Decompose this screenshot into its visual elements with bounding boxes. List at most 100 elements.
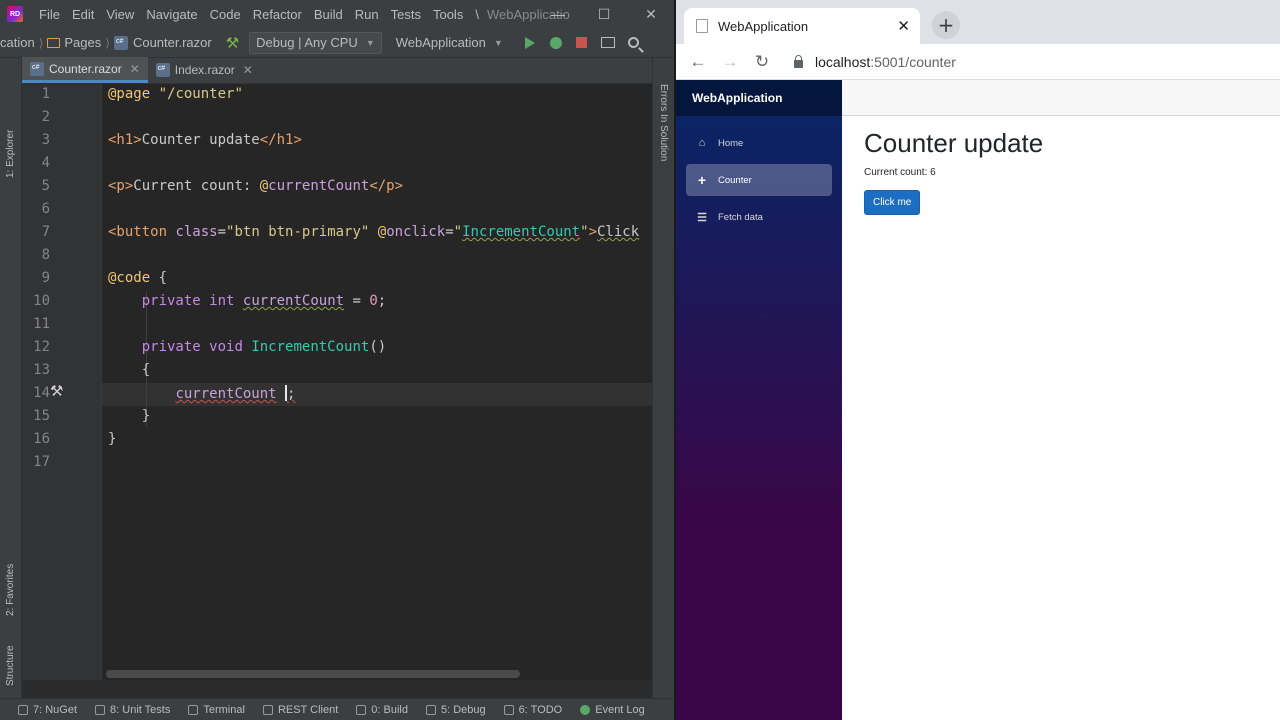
line-number: 15 (33, 408, 50, 424)
menu-code[interactable]: Code (204, 0, 247, 28)
close-tab-icon[interactable]: ✕ (243, 63, 253, 77)
line-number: 12 (33, 339, 50, 355)
breadcrumb-project[interactable]: cation (0, 35, 35, 50)
layout-icon (600, 37, 615, 48)
code-line: <h1>Counter update</h1> (108, 132, 302, 148)
nav-label: Fetch data (718, 211, 763, 223)
bug-icon (549, 36, 562, 49)
tab-index-razor[interactable]: Index.razor ✕ (148, 57, 261, 83)
list-icon: ☰ (697, 211, 707, 224)
browser-tab[interactable]: WebApplication ✕ (684, 8, 920, 44)
build-tab[interactable]: 0: Build (356, 704, 408, 716)
breadcrumb-file[interactable]: Counter.razor (133, 35, 212, 50)
tab-counter-razor[interactable]: Counter.razor ✕ (22, 57, 148, 83)
line-number: 1 (41, 86, 50, 102)
explorer-tab[interactable]: 1: Explorer (0, 118, 22, 188)
rest-client-tab[interactable]: REST Client (262, 704, 338, 716)
layout-button[interactable] (595, 32, 621, 54)
stop-button[interactable] (569, 32, 595, 54)
nav-fetch-data[interactable]: ☰ Fetch data (686, 201, 832, 233)
chevron-right-icon: ⟩ (38, 35, 44, 50)
menu-file[interactable]: File (33, 0, 66, 28)
new-tab-button[interactable]: + (932, 11, 960, 39)
plus-icon: + (937, 13, 955, 37)
run-button[interactable] (517, 32, 543, 54)
reload-button[interactable]: ↻ (746, 46, 778, 78)
menu-refactor[interactable]: Refactor (247, 0, 308, 28)
run-config-select[interactable]: WebApplication ▼ (390, 32, 509, 54)
page-title: Counter update (864, 128, 1044, 158)
url-host: localhost (815, 53, 871, 70)
breadcrumb-pages[interactable]: Pages (64, 35, 101, 50)
event-log-tab[interactable]: Event Log (580, 704, 645, 716)
build-hammer-icon[interactable]: ⚒ (226, 34, 239, 52)
code-line: { (108, 362, 151, 378)
lock-icon[interactable] (794, 54, 803, 68)
address-bar[interactable]: localhost:5001/counter (784, 46, 1280, 77)
editor-tabs: Counter.razor ✕ Index.razor ✕ (22, 57, 652, 84)
code-line: @page "/counter" (108, 86, 243, 102)
menu-edit[interactable]: Edit (66, 0, 100, 28)
menu-overflow[interactable]: \ (469, 0, 485, 28)
terminal-icon (188, 704, 199, 715)
back-button[interactable]: ← (682, 46, 714, 78)
razor-file-icon (155, 63, 170, 77)
close-window-icon[interactable]: ✕ (628, 0, 674, 28)
maximize-icon[interactable]: ☐ (581, 0, 627, 28)
code-line: private void IncrementCount() (141, 339, 387, 355)
debug-button[interactable] (543, 32, 569, 54)
current-count-text: Current count: 6 (864, 167, 936, 178)
menu-tools[interactable]: Tools (427, 0, 469, 28)
horizontal-scrollbar[interactable] (106, 670, 520, 678)
chevron-right-icon: ⟩ (105, 35, 110, 50)
right-tool-strip: Errors In Solution (652, 58, 674, 698)
rider-logo-icon: RD (7, 6, 23, 22)
menu-view[interactable]: View (100, 0, 140, 28)
nav-home[interactable]: ⌂ Home (686, 127, 832, 159)
todo-tab[interactable]: 6: TODO (503, 704, 562, 716)
line-number: 8 (41, 247, 50, 263)
search-button[interactable] (621, 32, 647, 54)
structure-tab[interactable]: Structure (0, 628, 22, 688)
tab-label: Index.razor (174, 63, 235, 77)
menu-tests[interactable]: Tests (385, 0, 427, 28)
project-value: WebApplication (395, 35, 486, 50)
forward-button[interactable]: → (714, 46, 746, 78)
menu-run[interactable]: Run (349, 0, 385, 28)
nav-counter[interactable]: + Counter (686, 164, 832, 196)
hammer-gutter-icon[interactable]: ⚒ (50, 382, 63, 400)
code-area[interactable]: @page "/counter" <h1>Counter update</h1>… (102, 84, 652, 680)
menu-navigate[interactable]: Navigate (140, 0, 203, 28)
arrow-left-icon: ← (689, 51, 707, 71)
minimize-icon[interactable]: — (535, 0, 581, 28)
ide-toolbar: cation ⟩ Pages ⟩ Counter.razor ⚒ Debug |… (0, 28, 674, 58)
unit-tests-tab[interactable]: 8: Unit Tests (95, 704, 170, 716)
errors-in-solution-tab[interactable]: Errors In Solution (658, 84, 669, 161)
close-tab-icon[interactable]: ✕ (130, 62, 140, 76)
chevron-down-icon: ▼ (365, 37, 375, 48)
favorites-tab[interactable]: 2: Favorites (0, 538, 22, 618)
stop-icon (576, 37, 588, 48)
browser-window: WebApplication ✕ + ← → ↻ localhost:5001/… (674, 0, 1280, 720)
code-editor[interactable]: 1 2 3 4 5 6 7 8 9 10 11 12 13 14 15 16 1… (22, 84, 652, 680)
line-gutter: 1 2 3 4 5 6 7 8 9 10 11 12 13 14 15 16 1… (22, 84, 102, 680)
close-tab-icon[interactable]: ✕ (897, 17, 910, 35)
debug-tab[interactable]: 5: Debug (425, 704, 486, 716)
line-number: 5 (41, 178, 50, 194)
line-number: 14 (33, 385, 50, 401)
app-brand[interactable]: WebApplication (676, 80, 842, 116)
nav-sidebar: WebApplication ⌂ Home + Counter ☰ Fetch … (676, 80, 842, 720)
web-page: WebApplication ⌂ Home + Counter ☰ Fetch … (676, 80, 1280, 720)
line-number: 3 (41, 132, 50, 148)
todo-icon (503, 704, 514, 715)
menu-build[interactable]: Build (308, 0, 349, 28)
click-me-button[interactable]: Click me (864, 190, 921, 215)
terminal-tab[interactable]: Terminal (188, 704, 245, 716)
nuget-tab[interactable]: 7: NuGet (18, 704, 77, 716)
search-icon (628, 37, 640, 48)
ide-menubar: RD File Edit View Navigate Code Refactor… (0, 0, 674, 28)
nav-label: Counter (718, 174, 752, 186)
play-icon (524, 36, 535, 49)
code-line: <p>Current count: @currentCount</p> (108, 178, 404, 194)
configuration-select[interactable]: Debug | Any CPU ▼ (249, 31, 382, 54)
